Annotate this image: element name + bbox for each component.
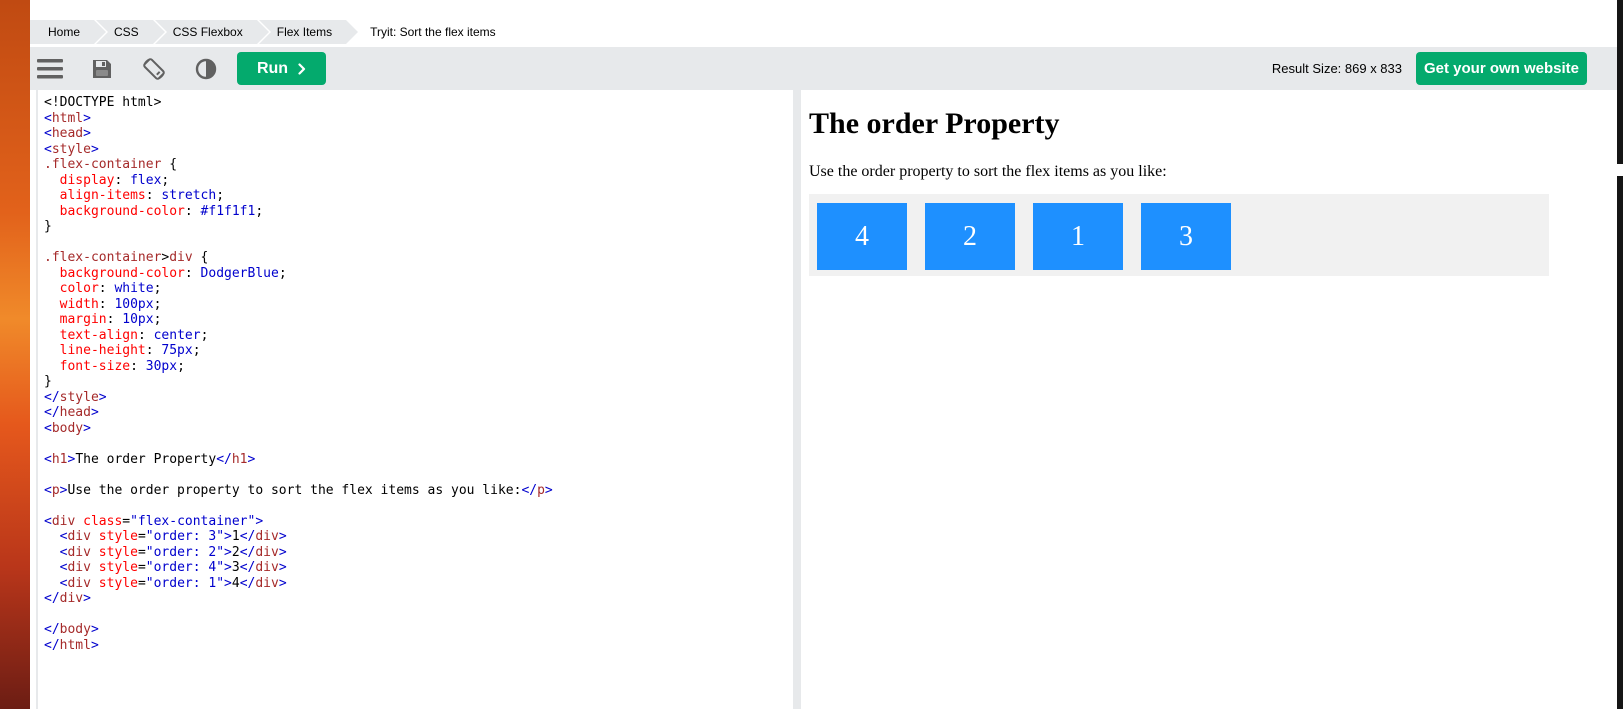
flex-item: 3 [1141, 203, 1231, 270]
code-line: font-size: 30px; [59, 358, 185, 374]
result-heading: The order Property [809, 107, 1060, 140]
code-line: </body> [44, 622, 99, 637]
code-line: <!DOCTYPE html> [44, 95, 162, 110]
breadcrumb: Home CSS CSS Flexbox Flex Items Tryit: S… [30, 20, 1617, 44]
code-line: margin: 10px; [59, 312, 162, 327]
code-line: <div class="flex-container"> [44, 513, 264, 529]
top-gap [30, 0, 1617, 20]
code-editor[interactable]: <!DOCTYPE html> <html> <head> <style> .flex-… [36, 90, 792, 709]
browser-window: Home CSS CSS Flexbox Flex Items Tryit: S… [30, 0, 1617, 709]
save-icon[interactable] [88, 55, 116, 83]
result-size: Result Size: 869 x 833 [1271, 61, 1402, 76]
code-line: </style> [44, 389, 107, 405]
code-line: background-color: DodgerBlue; [59, 265, 287, 281]
breadcrumb-css-flexbox[interactable]: CSS Flexbox [154, 20, 271, 44]
code-line: </head> [44, 405, 99, 420]
breadcrumb-home[interactable]: Home [30, 20, 109, 44]
code-line: text-align: center; [59, 327, 209, 343]
flex-container: 4 2 1 3 [809, 194, 1549, 276]
desktop-edge [1617, 0, 1623, 709]
desktop-edge-gap [1617, 164, 1623, 176]
breadcrumb-flex-items[interactable]: Flex Items [258, 20, 361, 44]
code-line: <head> [44, 126, 91, 141]
code-line: color: white; [59, 281, 162, 296]
code-line: line-height: 75px; [59, 343, 201, 358]
code-line: width: 100px; [59, 296, 162, 312]
result-paragraph: Use the order property to sort the flex … [809, 163, 1167, 180]
flex-item: 1 [1033, 203, 1123, 270]
code-line: display: flex; [59, 172, 170, 188]
code-line: </html> [44, 637, 99, 653]
flex-item: 2 [925, 203, 1015, 270]
code-line: </div> [44, 591, 91, 606]
code-line: } [44, 374, 52, 389]
code-text[interactable]: <!DOCTYPE html> <html> <head> <style> .flex-… [38, 90, 792, 653]
breadcrumb-current: Tryit: Sort the flex items [348, 20, 510, 44]
code-line: <body> [44, 420, 91, 436]
code-line: <html> [44, 110, 91, 126]
menu-icon[interactable] [36, 55, 64, 83]
desktop-wallpaper [0, 0, 30, 709]
code-line: <p>Use the order property to sort the fl… [44, 482, 553, 498]
result-frame: The order Property Use the order propert… [802, 90, 1617, 709]
contrast-icon[interactable] [192, 55, 220, 83]
code-line: <div style="order: 4">3</div> [59, 560, 287, 575]
code-line: <div style="order: 3">1</div> [59, 529, 287, 544]
code-line: align-items: stretch; [59, 188, 225, 203]
code-line: } [44, 219, 52, 234]
code-line: .flex-container>div { [44, 250, 209, 265]
rotate-icon[interactable] [140, 55, 168, 83]
code-line: .flex-container { [44, 157, 178, 172]
chevron-right-icon [298, 62, 306, 75]
code-line: <div style="order: 1">4</div> [59, 575, 287, 591]
code-line: background-color: #f1f1f1; [59, 203, 264, 219]
toolbar: Run Result Size: 869 x 833 Get your own … [30, 47, 1617, 90]
panel-splitter[interactable] [793, 90, 801, 709]
code-line: <style> [44, 141, 99, 157]
code-line: <div style="order: 2">2</div> [59, 544, 287, 560]
run-label: Run [256, 59, 289, 77]
flex-item: 4 [817, 203, 907, 270]
run-button[interactable]: Run [237, 52, 326, 85]
code-line: <h1>The order Property</h1> [44, 451, 256, 467]
get-your-own-website-button[interactable]: Get your own website [1416, 52, 1587, 85]
